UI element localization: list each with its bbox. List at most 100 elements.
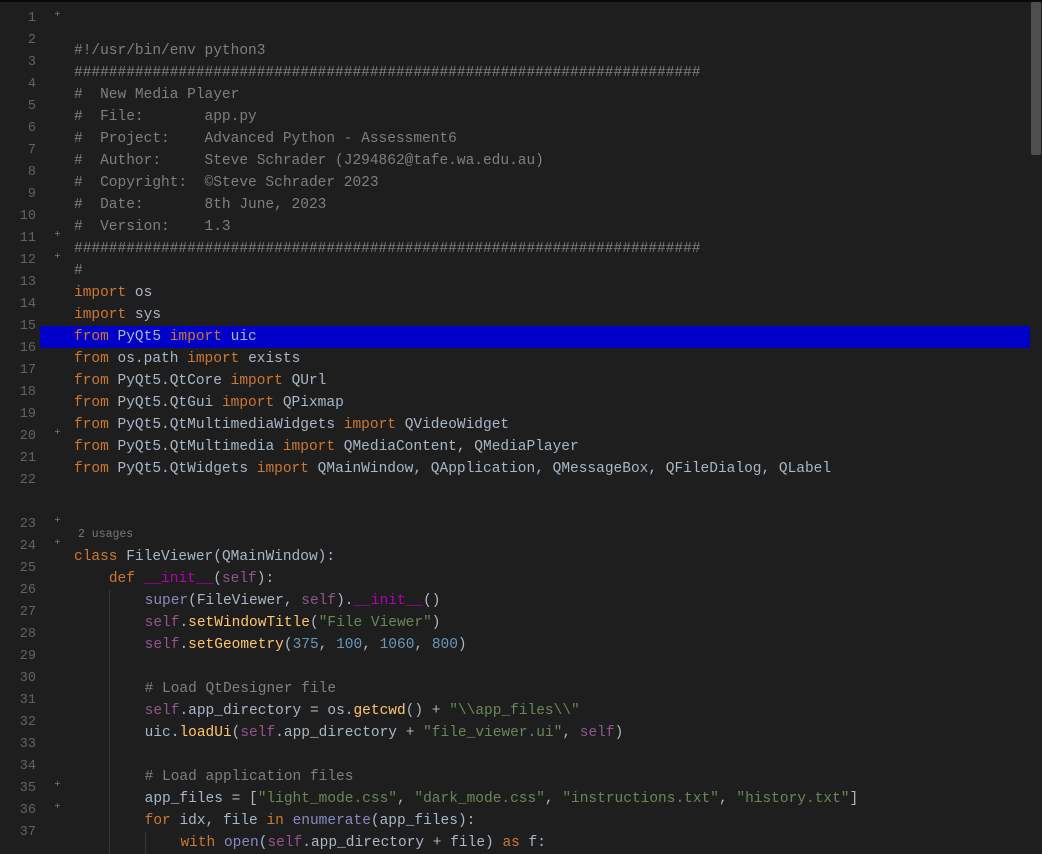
token-cmt: # Load application files [145,769,354,785]
line-number[interactable]: 25 [0,558,46,580]
token-id: exists [248,351,300,367]
code-area[interactable]: #!/usr/bin/env python3##################… [68,2,1042,854]
vertical-scrollbar[interactable] [1030,2,1042,854]
fold-cell[interactable] [46,426,68,448]
code-line[interactable]: from PyQt5.QtMultimediaWidgets import QV… [74,414,1042,436]
line-number[interactable]: 5 [0,96,46,118]
line-number[interactable]: 32 [0,712,46,734]
code-line[interactable]: self.app_directory = os.getcwd() + "\\ap… [74,700,1042,722]
code-line[interactable]: import os [74,282,1042,304]
fold-cell[interactable] [46,778,68,800]
code-line[interactable]: # Load QtDesigner file [74,678,1042,700]
fold-column[interactable] [46,2,68,854]
code-line[interactable]: def __init__(self): [74,568,1042,590]
fold-open-icon[interactable] [53,540,62,549]
fold-cell[interactable] [46,536,68,558]
code-line[interactable]: #!/usr/bin/env python3 [74,40,1042,62]
code-line[interactable]: app_files = ["light_mode.css", "dark_mod… [74,788,1042,810]
line-number[interactable]: 4 [0,74,46,96]
code-line[interactable] [74,656,1042,678]
code-line[interactable]: super(FileViewer, self).__init__() [74,590,1042,612]
line-number[interactable]: 17 [0,360,46,382]
code-line[interactable]: # File: app.py [74,106,1042,128]
code-editor[interactable]: 12345678910111213141516171819202122 2324… [0,0,1042,854]
usage-hint[interactable]: 2 usages [74,524,1042,546]
line-number[interactable]: 10 [0,206,46,228]
code-line[interactable]: with open(self.app_directory + file) as … [74,832,1042,854]
line-number[interactable]: 34 [0,756,46,778]
code-line[interactable]: # Project: Advanced Python - Assessment6 [74,128,1042,150]
fold-cell[interactable] [46,8,68,30]
line-number[interactable]: 2 [0,30,46,52]
code-line[interactable]: self.setGeometry(375, 100, 1060, 800) [74,634,1042,656]
line-number[interactable]: 30 [0,668,46,690]
line-number[interactable]: 37 [0,822,46,844]
line-number[interactable]: 24 [0,536,46,558]
line-number[interactable]: 12 [0,250,46,272]
fold-open-icon[interactable] [53,782,62,791]
code-line[interactable]: from PyQt5.QtCore import QUrl [74,370,1042,392]
code-line[interactable]: from os.path import exists [74,348,1042,370]
fold-open-icon[interactable] [53,518,62,527]
token-str: "instructions.txt" [562,791,719,807]
scrollbar-thumb[interactable] [1031,2,1041,155]
code-line[interactable]: # Date: 8th June, 2023 [74,194,1042,216]
line-number[interactable]: 6 [0,118,46,140]
fold-cell[interactable] [46,228,68,250]
code-line[interactable]: # New Media Player [74,84,1042,106]
line-number[interactable]: 33 [0,734,46,756]
line-number[interactable]: 22 [0,470,46,492]
line-number[interactable]: 28 [0,624,46,646]
line-number[interactable]: 13 [0,272,46,294]
line-number[interactable]: 1 [0,8,46,30]
fold-cell[interactable] [46,514,68,536]
fold-open-icon[interactable] [53,12,62,21]
line-number[interactable]: 18 [0,382,46,404]
fold-close-icon[interactable] [53,232,62,241]
line-number[interactable]: 7 [0,140,46,162]
token-slf: self [301,593,336,609]
fold-cell[interactable] [46,800,68,822]
code-line[interactable]: # Version: 1.3 [74,216,1042,238]
fold-open-icon[interactable] [53,254,62,263]
code-line[interactable] [74,480,1042,502]
code-line[interactable]: from PyQt5 import uic [74,326,1042,348]
line-number[interactable]: 29 [0,646,46,668]
line-number[interactable]: 8 [0,162,46,184]
line-number[interactable]: 36 [0,800,46,822]
code-line[interactable]: self.setWindowTitle("File Viewer") [74,612,1042,634]
line-number[interactable]: 19 [0,404,46,426]
code-line[interactable]: from PyQt5.QtMultimedia import QMediaCon… [74,436,1042,458]
line-number[interactable]: 9 [0,184,46,206]
line-number-gutter[interactable]: 12345678910111213141516171819202122 2324… [0,2,46,854]
fold-cell[interactable] [46,250,68,272]
code-line[interactable]: ########################################… [74,238,1042,260]
line-number[interactable]: 27 [0,602,46,624]
code-line[interactable]: # Copyright: ©Steve Schrader 2023 [74,172,1042,194]
fold-close-icon[interactable] [53,430,62,439]
code-line[interactable] [74,744,1042,766]
token-punc: . [275,725,284,741]
code-line[interactable]: from PyQt5.QtWidgets import QMainWindow,… [74,458,1042,480]
line-number[interactable]: 20 [0,426,46,448]
code-line[interactable]: from PyQt5.QtGui import QPixmap [74,392,1042,414]
code-line[interactable]: # [74,260,1042,282]
code-line[interactable]: uic.loadUi(self.app_directory + "file_vi… [74,722,1042,744]
fold-open-icon[interactable] [53,804,62,813]
token-punc: , [761,461,778,477]
code-line[interactable]: # Author: Steve Schrader (J294862@tafe.w… [74,150,1042,172]
code-line[interactable]: # Load application files [74,766,1042,788]
line-number[interactable]: 26 [0,580,46,602]
code-line[interactable] [74,502,1042,524]
code-line[interactable]: for idx, file in enumerate(app_files): [74,810,1042,832]
line-number[interactable]: 21 [0,448,46,470]
line-number[interactable]: 3 [0,52,46,74]
line-number[interactable]: 35 [0,778,46,800]
line-number[interactable]: 11 [0,228,46,250]
code-line[interactable]: import sys [74,304,1042,326]
line-number[interactable]: 31 [0,690,46,712]
code-line[interactable]: ########################################… [74,62,1042,84]
code-line[interactable]: class FileViewer(QMainWindow): [74,546,1042,568]
line-number[interactable]: 23 [0,514,46,536]
line-number[interactable]: 14 [0,294,46,316]
